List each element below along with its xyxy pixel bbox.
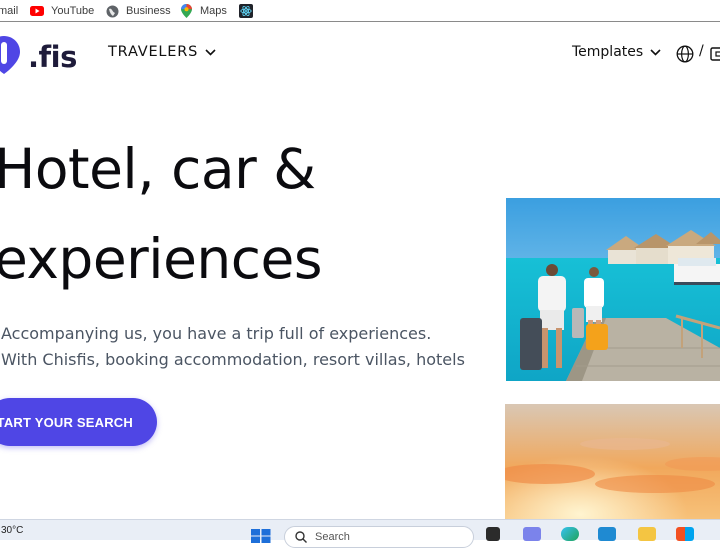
teams-icon[interactable]	[523, 527, 541, 541]
site-header: .fis TRAVELERS Templates /	[0, 23, 720, 85]
file-explorer-icon[interactable]	[638, 527, 656, 541]
hero-image-resort	[506, 198, 720, 381]
nav-templates-label: Templates	[572, 44, 644, 60]
logo-mark-icon	[0, 36, 20, 78]
edge-icon[interactable]	[561, 527, 579, 541]
wallet-icon[interactable]	[710, 46, 720, 66]
hero-title-line-2: experiences	[0, 227, 323, 291]
logo-text: .fis	[28, 40, 77, 74]
hero-title: Hotel, car & experiences	[0, 124, 323, 304]
bookmark-label: mail	[0, 5, 19, 17]
weather-temperature[interactable]: 30°C	[1, 525, 23, 536]
hero-description: Accompanying us, you have a trip full of…	[1, 324, 465, 369]
start-search-button[interactable]: START YOUR SEARCH	[0, 398, 157, 446]
hero-title-line-1: Hotel, car &	[0, 137, 316, 201]
nav-travelers-dropdown[interactable]: TRAVELERS	[108, 44, 216, 60]
bookmark-youtube[interactable]: YouTube	[30, 0, 94, 22]
nav-travelers-label: TRAVELERS	[108, 44, 199, 60]
chevron-down-icon	[205, 44, 216, 60]
bookmark-business[interactable]: Business	[105, 0, 171, 22]
bookmark-label: Maps	[200, 5, 227, 17]
chevron-down-icon	[650, 44, 661, 60]
taskbar-search[interactable]: Search	[284, 526, 474, 548]
globe-icon	[105, 4, 119, 18]
search-icon	[295, 531, 307, 543]
bookmark-maps[interactable]: Maps	[179, 0, 227, 22]
vscode-icon[interactable]	[598, 527, 616, 541]
bookmark-label: YouTube	[51, 5, 95, 17]
bookmark-react[interactable]	[239, 0, 260, 22]
hero-image-sunset	[505, 404, 720, 520]
site-logo[interactable]: .fis	[0, 36, 77, 78]
maps-pin-icon	[179, 4, 193, 18]
separator-slash: /	[699, 43, 704, 59]
os-taskbar: 30°C Search	[0, 519, 720, 548]
youtube-icon	[30, 4, 44, 18]
nav-templates-dropdown[interactable]: Templates	[572, 44, 661, 60]
react-icon	[239, 4, 253, 18]
language-globe-icon[interactable]	[676, 45, 694, 67]
task-view-icon[interactable]	[486, 527, 500, 541]
windows-start-icon[interactable]	[251, 528, 271, 547]
bookmarks-bar: mail YouTube Business Maps	[0, 0, 720, 22]
store-icon[interactable]	[676, 527, 694, 541]
taskbar-search-placeholder: Search	[315, 531, 350, 543]
bookmark-mail[interactable]: mail	[0, 0, 18, 22]
bookmark-label: Business	[126, 5, 171, 17]
